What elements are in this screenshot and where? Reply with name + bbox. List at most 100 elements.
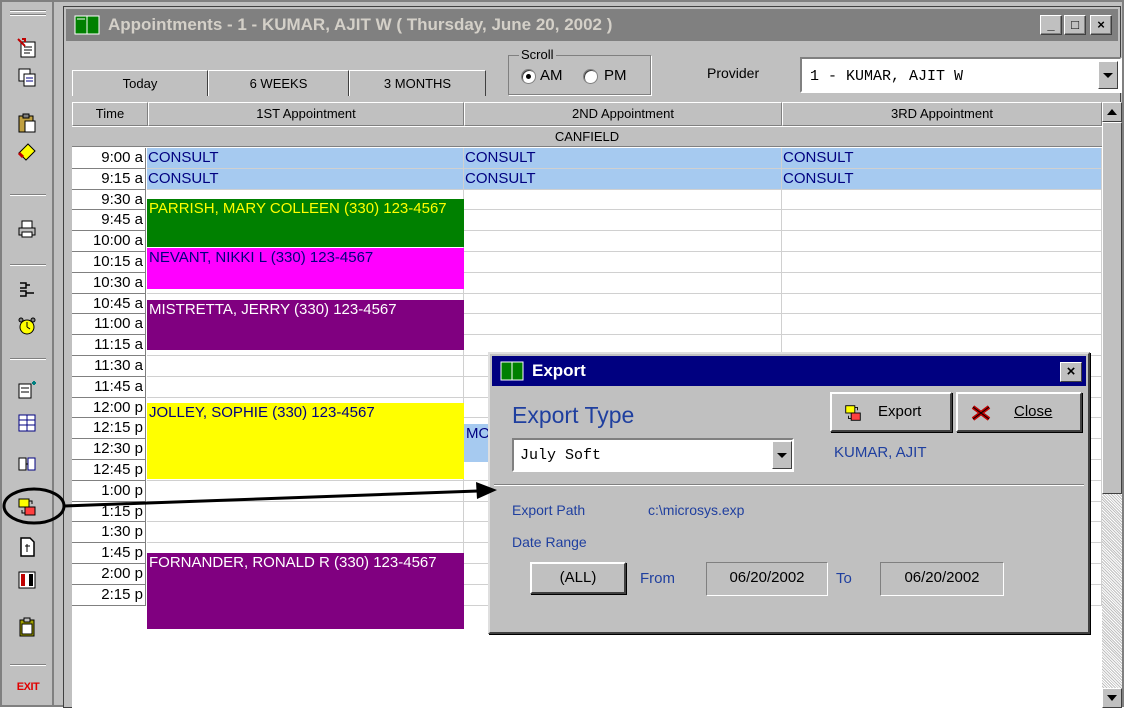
slot-cell[interactable] [782, 231, 1102, 252]
pm-radio[interactable] [583, 69, 598, 84]
scroll-up-button[interactable] [1102, 102, 1122, 122]
appointment-label: MISTRETTA, JERRY (330) 123-4567 [149, 301, 397, 318]
alarm-clock-icon[interactable] [14, 313, 40, 339]
six-weeks-button[interactable]: 6 WEEKS [208, 70, 349, 96]
report-icon[interactable] [14, 451, 40, 477]
export-type-dropdown-button[interactable] [772, 441, 792, 469]
scroll-thumb[interactable] [1102, 122, 1122, 494]
slot-cell[interactable] [782, 189, 1102, 211]
exit-button[interactable]: EXIT [14, 678, 42, 696]
slot-cell[interactable]: CONSULT [464, 168, 782, 190]
scroll-down-button[interactable] [1102, 688, 1122, 708]
slot-cell[interactable]: CONSULT [782, 168, 1102, 190]
slot-cell[interactable] [147, 522, 464, 544]
to-date-field[interactable]: 06/20/2002 [880, 562, 1004, 596]
tree-icon[interactable] [14, 278, 40, 304]
slot-cell[interactable] [782, 272, 1102, 294]
time-cell: 11:00 a [72, 314, 146, 336]
eraser-icon[interactable] [14, 137, 40, 163]
am-radio[interactable] [521, 69, 536, 84]
slot-cell[interactable] [464, 272, 782, 294]
document-icon[interactable] [14, 534, 40, 560]
time-cell: 9:45 a [72, 210, 146, 232]
header-time: Time [72, 102, 148, 126]
time-cell: 10:00 a [72, 231, 146, 252]
copy-icon[interactable] [14, 64, 40, 90]
vertical-scrollbar[interactable] [1102, 102, 1122, 708]
slot-cell[interactable] [147, 356, 464, 377]
dialog-provider-name: KUMAR, AJIT [834, 444, 927, 461]
grid-icon[interactable] [14, 410, 40, 436]
dialog-close-x-button[interactable]: × [1060, 362, 1082, 382]
time-cell: 11:15 a [72, 335, 146, 356]
slot-cell[interactable]: CONSULT [782, 148, 1102, 169]
slot-cell[interactable] [147, 480, 464, 502]
slot-cell[interactable] [464, 231, 782, 252]
time-cell: 1:00 p [72, 480, 146, 502]
appointment-block[interactable]: MISTRETTA, JERRY (330) 123-4567 [147, 300, 464, 350]
from-date-field[interactable]: 06/20/2002 [706, 562, 828, 596]
slot-cell[interactable] [464, 210, 782, 232]
slot-cell[interactable] [147, 501, 464, 523]
appointment-label: JOLLEY, SOPHIE (330) 123-4567 [149, 404, 375, 421]
three-months-button[interactable]: 3 MONTHS [349, 70, 486, 96]
am-label: AM [540, 67, 563, 84]
slot-cell[interactable] [782, 314, 1102, 336]
export-path-label: Export Path [512, 502, 586, 518]
slot-cell[interactable] [464, 314, 782, 336]
slot-cell[interactable] [782, 293, 1102, 315]
time-cell: 11:30 a [72, 356, 146, 377]
today-button[interactable]: Today [72, 70, 208, 96]
location-row: CANFIELD [72, 127, 1102, 147]
pm-label: PM [604, 67, 627, 84]
left-toolbar: EXIT [2, 2, 54, 705]
appointment-block[interactable]: JOLLEY, SOPHIE (330) 123-4567 [147, 403, 464, 479]
provider-dropdown-button[interactable] [1098, 61, 1118, 89]
clipboard-icon[interactable] [14, 614, 40, 640]
paste-icon[interactable] [14, 110, 40, 136]
slot-cell[interactable] [782, 252, 1102, 273]
appointment-block[interactable]: PARRISH, MARY COLLEEN (330) 123-4567 [147, 199, 464, 247]
provider-select[interactable]: 1 - KUMAR, AJIT W [800, 57, 1122, 93]
export-dialog-title-bar: Export × [492, 356, 1086, 386]
time-cell: 1:30 p [72, 522, 146, 544]
slot-cell[interactable]: CONSULT [147, 148, 464, 169]
time-cell: 12:15 p [72, 418, 146, 440]
export-button[interactable]: Export [830, 392, 952, 432]
time-cell: 9:00 a [72, 148, 146, 169]
slot-cell[interactable] [147, 376, 464, 398]
appointment-block[interactable]: FORNANDER, RONALD R (330) 123-4567 [147, 553, 464, 629]
slot-cell[interactable] [464, 189, 782, 211]
time-cell: 9:30 a [72, 189, 146, 211]
slot-cell[interactable]: CONSULT [147, 168, 464, 190]
export-icon[interactable] [14, 494, 40, 520]
time-cell: 2:00 p [72, 564, 146, 585]
schedule-icon[interactable] [14, 378, 40, 404]
header-1st-appointment: 1ST Appointment [148, 102, 464, 126]
slot-cell[interactable] [464, 252, 782, 273]
all-dates-button[interactable]: (ALL) [530, 562, 626, 594]
time-row: 9:00 a CONSULT CONSULT CONSULT [72, 148, 1102, 169]
header-3rd-appointment: 3RD Appointment [782, 102, 1102, 126]
window-close-button[interactable]: × [1090, 15, 1112, 35]
toolbar-separator [10, 664, 46, 666]
export-type-select[interactable]: July Soft [512, 438, 794, 472]
maximize-button[interactable]: □ [1064, 15, 1086, 35]
toolbar-separator [10, 358, 46, 360]
slot-cell[interactable] [782, 210, 1102, 232]
print-icon[interactable] [14, 216, 40, 242]
slot-cell[interactable] [464, 293, 782, 315]
time-row: 9:15 a CONSULT CONSULT CONSULT [72, 168, 1102, 190]
new-appointment-icon[interactable] [14, 35, 40, 61]
minimize-button[interactable]: _ [1040, 15, 1062, 35]
export-icon [845, 405, 861, 421]
dialog-divider [494, 484, 1084, 486]
appointment-label: MO [466, 425, 491, 442]
book-icon[interactable] [14, 567, 40, 593]
time-cell: 10:15 a [72, 252, 146, 273]
slot-cell[interactable]: CONSULT [464, 148, 782, 169]
export-dialog-title: Export [532, 361, 586, 380]
close-button[interactable]: Close [956, 392, 1082, 432]
appointment-block[interactable]: NEVANT, NIKKI L (330) 123-4567 [147, 248, 464, 289]
export-type-label: Export Type [512, 402, 635, 428]
